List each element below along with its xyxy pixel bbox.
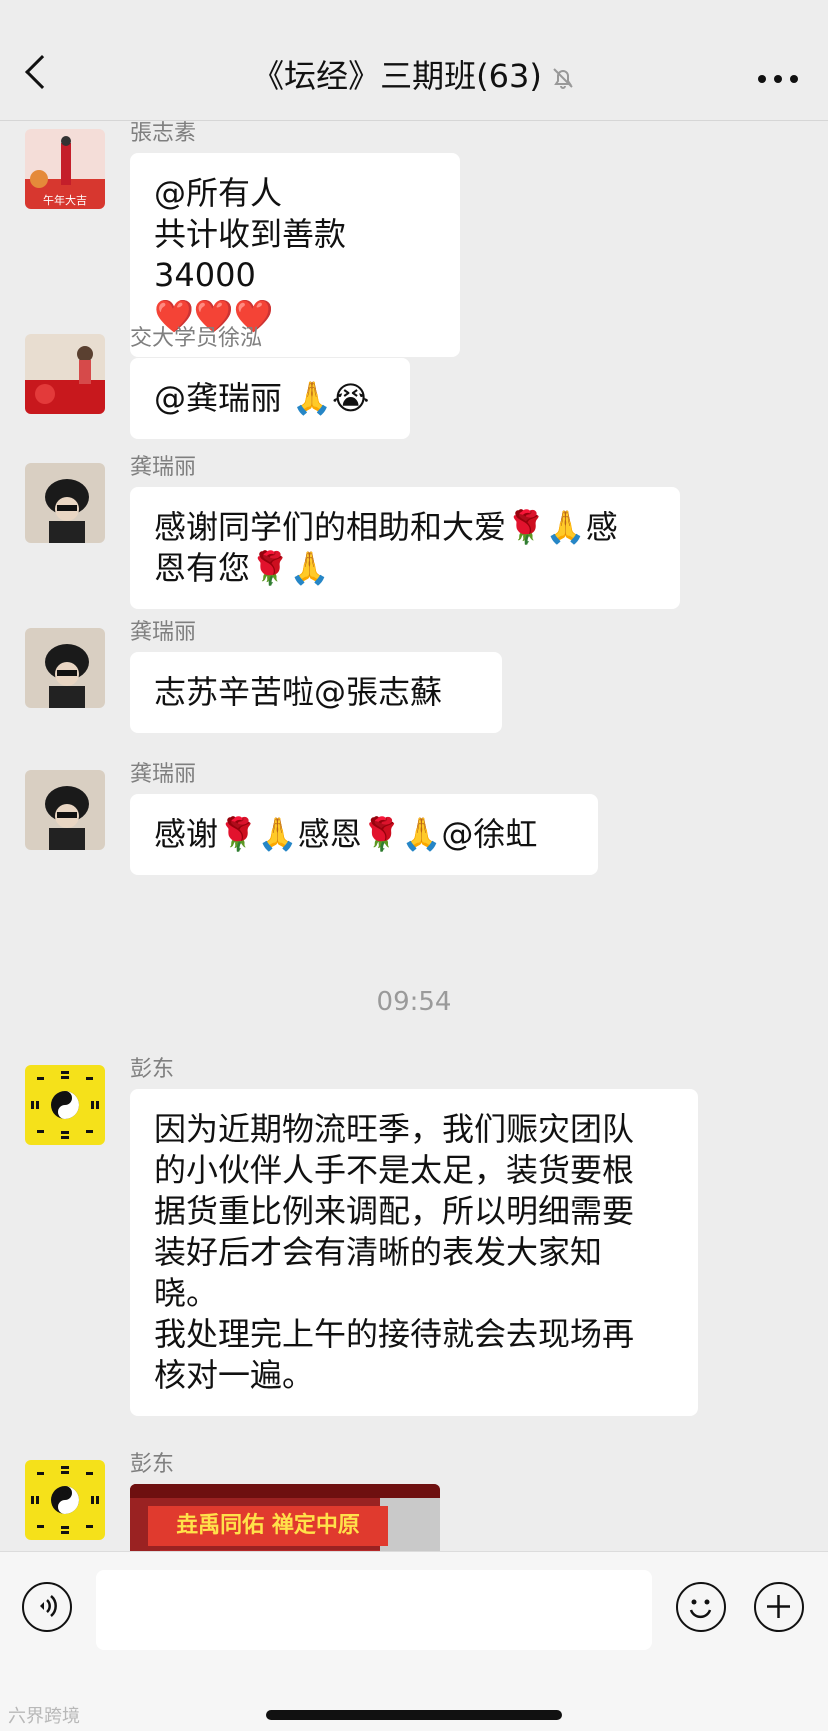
message-item: 交大学员徐泓 @龚瑞丽 🙏😭 — [0, 320, 828, 450]
sender-name: 龚瑞丽 — [130, 762, 197, 787]
message-image[interactable]: 垚禹同佑 禅定中原 — [130, 1484, 440, 1551]
avatar[interactable] — [25, 1460, 105, 1540]
yin-yang-icon — [25, 1065, 105, 1145]
chat-title: 《坛经》三期班(63) — [252, 57, 542, 95]
svg-text:午年大吉: 午年大吉 — [43, 193, 87, 207]
message-input[interactable] — [96, 1570, 652, 1650]
voice-icon[interactable] — [22, 1582, 72, 1632]
sender-name: 張志素 — [130, 121, 197, 146]
message-bubble[interactable]: 感谢同学们的相助和大爱🌹🙏感 恩有您🌹🙏 — [130, 487, 680, 609]
sender-name: 交大学员徐泓 — [130, 326, 263, 351]
avatar[interactable] — [25, 770, 105, 850]
message-item: 龚瑞丽 志苏辛苦啦@張志蘇 — [0, 614, 828, 744]
avatar[interactable] — [25, 628, 105, 708]
message-item: 彭东 垚禹同佑 禅定中原 — [0, 1446, 828, 1551]
sender-name: 彭东 — [130, 1452, 175, 1477]
sender-name: 彭东 — [130, 1057, 175, 1082]
message-bubble[interactable]: @龚瑞丽 🙏😭 — [130, 358, 410, 439]
message-bubble[interactable]: 因为近期物流旺季，我们赈灾团队 的小伙伴人手不是太足，装货要根 据货重比例来调配… — [130, 1089, 698, 1416]
sender-name: 龚瑞丽 — [130, 620, 197, 645]
home-indicator[interactable] — [266, 1710, 562, 1720]
more-horizontal-icon[interactable] — [758, 75, 798, 83]
plus-icon[interactable] — [754, 1582, 804, 1632]
input-toolbar: 六界跨境 — [0, 1551, 828, 1731]
sender-name: 龚瑞丽 — [130, 455, 197, 480]
message-item: 龚瑞丽 感谢同学们的相助和大爱🌹🙏感 恩有您🌹🙏 — [0, 449, 828, 629]
message-item: 午年大吉 張志素 @所有人 共计收到善款 34000 ❤️❤️❤️ — [0, 121, 828, 357]
avatar[interactable]: 午年大吉 — [25, 129, 105, 209]
message-bubble[interactable]: 感谢🌹🙏感恩🌹🙏@徐虹 — [130, 794, 598, 875]
chat-title-wrap: 《坛经》三期班(63) — [0, 56, 828, 96]
message-item: 龚瑞丽 感谢🌹🙏感恩🌹🙏@徐虹 — [0, 756, 828, 886]
message-bubble[interactable]: 志苏辛苦啦@張志蘇 — [130, 652, 502, 733]
timestamp: 09:54 — [376, 987, 452, 1017]
avatar[interactable] — [25, 334, 105, 414]
watermark: 六界跨境 — [8, 1706, 80, 1727]
emoji-icon[interactable] — [676, 1582, 726, 1632]
yin-yang-icon — [25, 1460, 105, 1540]
chat-message-list[interactable]: 午年大吉 張志素 @所有人 共计收到善款 34000 ❤️❤️❤️ 交大学员徐泓… — [0, 121, 828, 1551]
message-item: 彭东 因为近期物流旺季，我们赈灾团队 的小伙伴人手不是太足，装货要根 据货重比例… — [0, 1051, 828, 1416]
banner-text: 垚禹同佑 禅定中原 — [176, 1513, 360, 1538]
chat-header: 《坛经》三期班(63) — [0, 0, 828, 121]
avatar[interactable] — [25, 1065, 105, 1145]
avatar[interactable] — [25, 463, 105, 543]
bell-slash-icon — [553, 68, 573, 89]
